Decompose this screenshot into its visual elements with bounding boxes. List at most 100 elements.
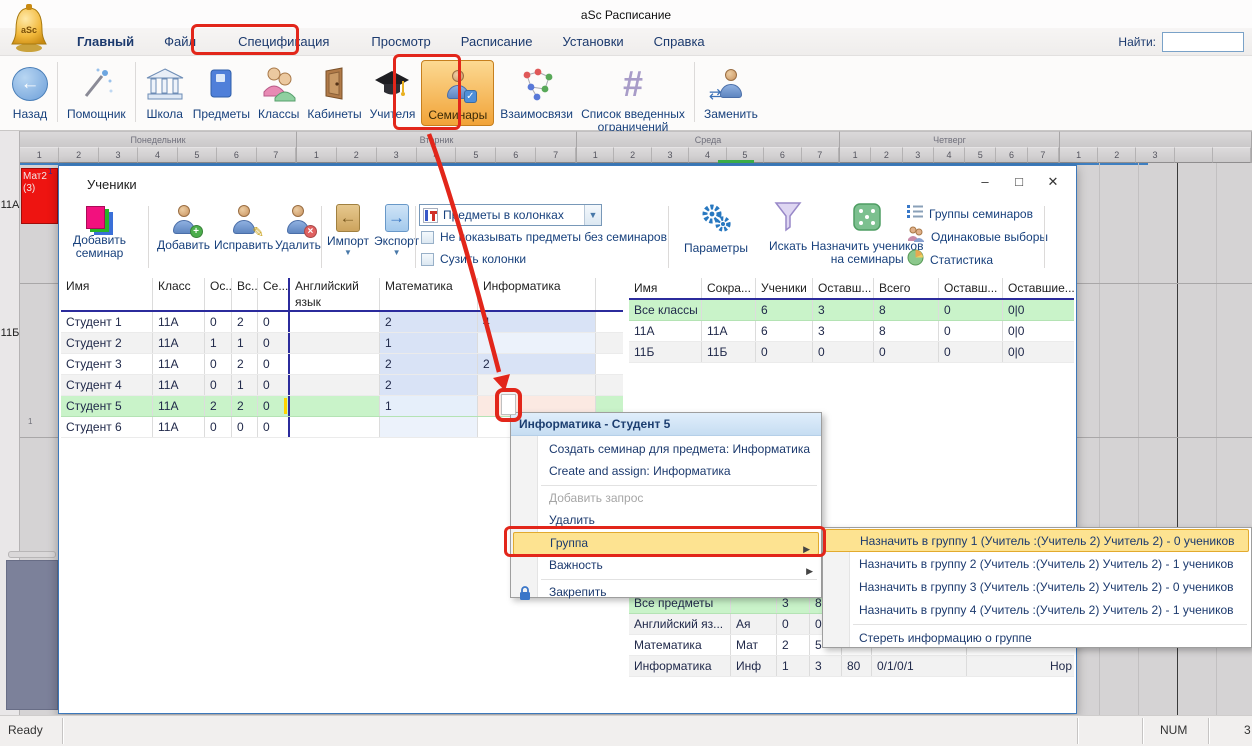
- seminar-groups-button[interactable]: Группы семинаров: [907, 204, 1033, 223]
- column-header[interactable]: Оставшие...: [1003, 278, 1074, 298]
- table-cell[interactable]: 0: [205, 375, 232, 395]
- table-cell[interactable]: 80: [842, 656, 872, 676]
- table-cell[interactable]: 0: [258, 333, 290, 353]
- asc-bell-logo-icon[interactable]: aSc: [6, 2, 52, 54]
- statistics-button[interactable]: Статистика: [907, 249, 993, 271]
- layout-select[interactable]: Предметы в колонках ▼: [419, 204, 602, 226]
- submenu-item-assign-group-1[interactable]: Назначить в группу 1 (Учитель :(Учитель …: [825, 529, 1249, 552]
- narrow-columns-checkbox[interactable]: [421, 253, 434, 266]
- table-cell[interactable]: [478, 375, 596, 395]
- column-header[interactable]: Оставш...: [813, 278, 874, 298]
- submenu-item-clear-group[interactable]: Стереть информацию о группе: [823, 627, 1251, 650]
- column-header[interactable]: Ос...: [205, 278, 232, 310]
- table-cell[interactable]: 0: [939, 342, 1003, 362]
- table-cell[interactable]: Студент 2: [61, 333, 153, 353]
- table-cell[interactable]: 8: [874, 300, 939, 320]
- table-cell[interactable]: 0: [939, 300, 1003, 320]
- table-cell[interactable]: 3: [813, 300, 874, 320]
- table-row[interactable]: Студент 211А1101: [61, 333, 623, 354]
- menu-item-delete[interactable]: Удалить: [511, 510, 821, 532]
- table-cell[interactable]: [290, 375, 380, 395]
- table-cell[interactable]: 2: [777, 635, 810, 655]
- table-cell[interactable]: 11А: [629, 321, 702, 341]
- constraints-list-button[interactable]: # Список введенных ограничений: [577, 60, 689, 136]
- table-cell[interactable]: Студент 3: [61, 354, 153, 374]
- column-header[interactable]: Информатика: [478, 278, 596, 310]
- menu-tab-help[interactable]: Справка: [639, 29, 720, 54]
- menu-item-create-seminar[interactable]: Создать семинар для предмета: Информатик…: [511, 439, 821, 461]
- table-cell[interactable]: 2: [232, 396, 258, 416]
- menu-tab-settings[interactable]: Установки: [547, 29, 638, 54]
- wizard-button[interactable]: Помощник: [63, 60, 130, 123]
- table-cell[interactable]: [478, 333, 596, 353]
- dropdown-arrow-button[interactable]: ▼: [584, 205, 601, 225]
- table-cell[interactable]: 1: [232, 375, 258, 395]
- table-cell[interactable]: [596, 375, 623, 395]
- table-cell[interactable]: 2: [232, 354, 258, 374]
- add-student-button[interactable]: + Добавить: [157, 204, 210, 252]
- delete-student-button[interactable]: × Удалить: [275, 204, 321, 252]
- column-header[interactable]: Всего: [874, 278, 939, 298]
- table-cell[interactable]: 2: [205, 396, 232, 416]
- table-cell[interactable]: 0: [258, 354, 290, 374]
- table-cell[interactable]: 6: [756, 300, 813, 320]
- table-cell[interactable]: 0: [258, 312, 290, 332]
- menu-tab-main[interactable]: Главный: [62, 29, 149, 54]
- column-header[interactable]: Ученики: [756, 278, 813, 298]
- table-cell[interactable]: Нор: [967, 656, 1074, 676]
- table-cell[interactable]: Английский яз...: [629, 614, 731, 634]
- table-row[interactable]: 11А11А63800|0: [629, 321, 1074, 342]
- column-header[interactable]: [596, 278, 623, 310]
- table-cell[interactable]: Инф: [731, 656, 777, 676]
- table-cell[interactable]: 2: [478, 354, 596, 374]
- table-cell[interactable]: 8: [874, 321, 939, 341]
- column-header[interactable]: Математика: [380, 278, 478, 310]
- table-cell[interactable]: 11А: [153, 375, 205, 395]
- table-cell[interactable]: Информатика: [629, 656, 731, 676]
- column-header[interactable]: Сокра...: [702, 278, 756, 298]
- table-cell[interactable]: 1: [380, 396, 478, 416]
- teachers-button[interactable]: Учителя: [366, 60, 420, 123]
- close-button[interactable]: ✕: [1036, 168, 1070, 196]
- classrooms-button[interactable]: Кабинеты: [303, 60, 365, 123]
- table-cell[interactable]: Ая: [731, 614, 777, 634]
- table-cell[interactable]: 1: [232, 333, 258, 353]
- table-cell[interactable]: 2: [232, 312, 258, 332]
- subjects-button[interactable]: Предметы: [189, 60, 254, 123]
- table-cell[interactable]: Мат: [731, 635, 777, 655]
- edit-student-button[interactable]: ✎ Исправить: [214, 204, 273, 252]
- table-cell[interactable]: 0: [205, 312, 232, 332]
- table-row[interactable]: Студент 411А0102: [61, 375, 623, 396]
- table-cell[interactable]: 0|0: [1003, 300, 1074, 320]
- parameters-button[interactable]: Параметры: [684, 202, 748, 255]
- menu-item-lock[interactable]: Закрепить: [511, 582, 821, 604]
- table-cell[interactable]: 4: [478, 312, 596, 332]
- table-row[interactable]: ИмяКлассОс...Вс...Се...Английский языкМа…: [61, 278, 623, 312]
- classes-button[interactable]: Классы: [254, 60, 303, 123]
- table-row[interactable]: Студент 311А02022: [61, 354, 623, 375]
- table-cell[interactable]: Студент 4: [61, 375, 153, 395]
- table-cell[interactable]: [290, 312, 380, 332]
- table-cell[interactable]: 11Б: [702, 342, 756, 362]
- same-choices-button[interactable]: Одинаковые выборы: [907, 226, 1048, 247]
- find-input[interactable]: [1162, 32, 1244, 52]
- table-cell[interactable]: Математика: [629, 635, 731, 655]
- seminar-indicator-cell[interactable]: [501, 394, 516, 415]
- back-button[interactable]: ← Назад: [8, 60, 52, 123]
- submenu-item-assign-group-4[interactable]: Назначить в группу 4 (Учитель :(Учитель …: [823, 599, 1251, 622]
- table-row[interactable]: Студент 111А02024: [61, 312, 623, 333]
- column-header[interactable]: Английский язык: [290, 278, 380, 310]
- submenu-item-assign-group-3[interactable]: Назначить в группу 3 (Учитель :(Учитель …: [823, 576, 1251, 599]
- table-cell[interactable]: [380, 417, 478, 437]
- table-cell[interactable]: 2: [380, 375, 478, 395]
- table-cell[interactable]: Студент 5: [61, 396, 153, 416]
- table-row[interactable]: 11Б11Б00000|0: [629, 342, 1074, 363]
- table-cell[interactable]: Студент 1: [61, 312, 153, 332]
- table-cell[interactable]: 0: [232, 417, 258, 437]
- table-cell[interactable]: 1: [380, 333, 478, 353]
- replace-button[interactable]: ⇄ Заменить: [700, 60, 762, 123]
- menu-tab-file[interactable]: Файл: [149, 29, 211, 54]
- column-header[interactable]: Класс: [153, 278, 205, 310]
- table-cell[interactable]: Все классы: [629, 300, 702, 320]
- table-cell[interactable]: [290, 396, 380, 416]
